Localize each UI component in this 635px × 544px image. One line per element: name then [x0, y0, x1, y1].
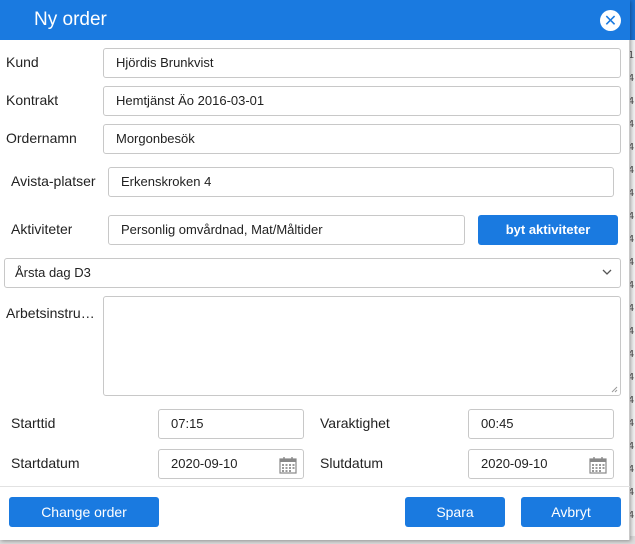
start-time-value: 07:15: [171, 416, 204, 431]
close-button[interactable]: ✕: [600, 10, 621, 31]
group-select[interactable]: Årsta dag D3: [4, 258, 621, 288]
activities-value: Personlig omvårdnad, Mat/Måltider: [121, 222, 323, 237]
calendar-icon[interactable]: [589, 456, 607, 474]
start-time-field[interactable]: 07:15: [158, 409, 304, 439]
customer-label: Kund: [6, 54, 39, 70]
resize-grip-icon[interactable]: [610, 385, 618, 393]
change-activities-button[interactable]: byt aktiviteter: [478, 215, 618, 245]
duration-label: Varaktighet: [320, 415, 390, 431]
order-name-value: Morgonbesök: [116, 131, 195, 146]
location-field[interactable]: Erkenskroken 4: [108, 167, 614, 197]
change-order-button[interactable]: Change order: [9, 497, 159, 527]
activities-label: Aktiviteter: [11, 221, 73, 237]
new-order-dialog: Ny order ✕ Kund Hjördis Brunkvist Kontra…: [0, 0, 630, 540]
save-button[interactable]: Spara: [405, 497, 505, 527]
footer-divider: [0, 486, 630, 487]
dialog-title: Ny order: [34, 9, 107, 30]
start-time-label: Starttid: [11, 415, 56, 431]
work-instruction-textarea[interactable]: [103, 296, 621, 396]
contract-label: Kontrakt: [6, 92, 59, 108]
contract-value: Hemtjänst Äo 2016-03-01: [116, 93, 265, 108]
end-date-label: Slutdatum: [320, 455, 384, 471]
customer-field[interactable]: Hjördis Brunkvist: [103, 48, 621, 78]
customer-value: Hjördis Brunkvist: [116, 55, 214, 70]
activities-field[interactable]: Personlig omvårdnad, Mat/Måltider: [108, 215, 465, 245]
dialog-titlebar: Ny order ✕: [0, 0, 630, 40]
start-date-label: Startdatum: [11, 455, 80, 471]
end-date-field[interactable]: 2020-09-10: [468, 449, 614, 479]
contract-field[interactable]: Hemtjänst Äo 2016-03-01: [103, 86, 621, 116]
end-date-value: 2020-09-10: [481, 456, 548, 471]
start-date-value: 2020-09-10: [171, 456, 238, 471]
duration-value: 00:45: [481, 416, 514, 431]
calendar-icon[interactable]: [279, 456, 297, 474]
order-name-label: Ordernamn: [6, 130, 77, 146]
close-icon: ✕: [603, 11, 618, 30]
duration-field[interactable]: 00:45: [468, 409, 614, 439]
cancel-button[interactable]: Avbryt: [521, 497, 621, 527]
location-value: Erkenskroken 4: [121, 174, 212, 189]
start-date-field[interactable]: 2020-09-10: [158, 449, 304, 479]
group-select-value: Årsta dag D3: [15, 265, 91, 280]
work-instruction-label: Arbetsinstruktion: [6, 305, 98, 321]
location-label: Avista-platser: [11, 173, 96, 189]
order-name-field[interactable]: Morgonbesök: [103, 124, 621, 154]
chevron-down-icon: [602, 269, 612, 275]
